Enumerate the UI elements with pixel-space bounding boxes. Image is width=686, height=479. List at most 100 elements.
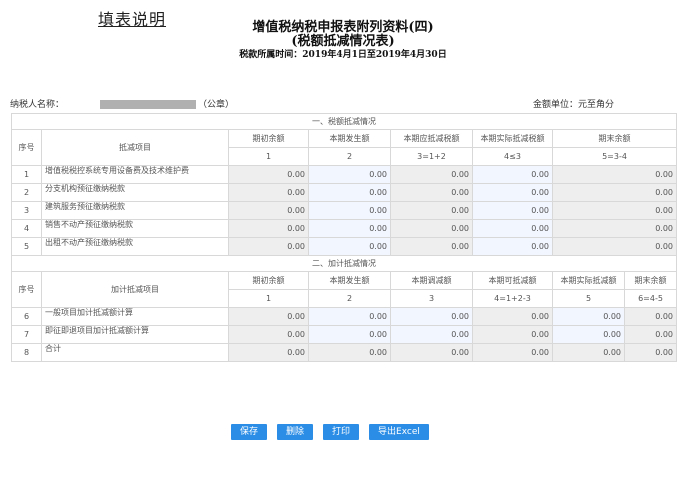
value-input[interactable]: 0.00 — [308, 201, 391, 220]
seq-cell: 1 — [11, 165, 42, 184]
value-input[interactable]: 0.00 — [472, 183, 553, 202]
value-cell: 0.00 — [228, 219, 309, 238]
item-header: 加计抵减项目 — [41, 271, 229, 308]
seq-cell: 4 — [11, 219, 42, 238]
value-input[interactable]: 0.00 — [552, 307, 625, 326]
table-row: 1 增值税税控系统专用设备费及技术维护费 0.00 0.00 0.00 0.00… — [11, 165, 677, 184]
seq-cell: 6 — [11, 307, 42, 326]
table-row: 4 销售不动产预征缴纳税款 0.00 0.00 0.00 0.00 0.00 — [11, 219, 677, 238]
section1-title: 一、税额抵减情况 — [11, 113, 677, 130]
col-header: 本期应抵减税额 — [390, 129, 473, 148]
seq-cell: 3 — [11, 201, 42, 220]
value-cell: 0.00 — [390, 237, 473, 256]
value-cell: 0.00 — [552, 165, 677, 184]
col-header: 本期实际抵减税额 — [472, 129, 553, 148]
taxpayer-name-redacted — [100, 100, 197, 109]
item-header: 抵减项目 — [41, 129, 229, 166]
value-input[interactable]: 0.00 — [308, 183, 391, 202]
seq-header: 序号 — [11, 129, 42, 166]
formula-cell: 3 — [390, 289, 473, 308]
value-input[interactable]: 0.00 — [552, 325, 625, 344]
save-button[interactable]: 保存 — [231, 424, 268, 440]
value-cell: 0.00 — [228, 201, 309, 220]
item-cell: 一般项目加计抵减额计算 — [41, 307, 229, 326]
col-header: 本期调减额 — [390, 271, 473, 290]
value-input[interactable]: 0.00 — [308, 325, 391, 344]
table-row: 2 分支机构预征缴纳税款 0.00 0.00 0.00 0.00 0.00 — [11, 183, 677, 202]
value-cell: 0.00 — [552, 183, 677, 202]
table-row: 5 出租不动产预征缴纳税款 0.00 0.00 0.00 0.00 0.00 — [11, 237, 677, 256]
formula-cell: 2 — [308, 289, 391, 308]
page-header: 增值税纳税申报表附列资料(四) (税额抵减情况表) 税款所属时间：2019年4月… — [0, 20, 686, 61]
formula-cell: 1 — [228, 289, 309, 308]
value-input[interactable]: 0.00 — [308, 219, 391, 238]
value-input[interactable]: 0.00 — [472, 237, 553, 256]
value-cell: 0.00 — [624, 343, 677, 362]
value-cell: 0.00 — [228, 325, 309, 344]
formula-cell: 1 — [228, 147, 309, 166]
seq-header: 序号 — [11, 271, 42, 308]
value-cell: 0.00 — [228, 165, 309, 184]
value-cell: 0.00 — [228, 237, 309, 256]
value-cell: 0.00 — [228, 183, 309, 202]
value-cell: 0.00 — [390, 165, 473, 184]
value-cell: 0.00 — [228, 307, 309, 326]
formula-cell: 3=1+2 — [390, 147, 473, 166]
col-header: 期末余额 — [552, 129, 677, 148]
table-row: 3 建筑服务预征缴纳税款 0.00 0.00 0.00 0.00 0.00 — [11, 201, 677, 220]
seq-cell: 7 — [11, 325, 42, 344]
item-cell: 出租不动产预征缴纳税款 — [41, 237, 229, 256]
value-input[interactable]: 0.00 — [308, 237, 391, 256]
value-input[interactable]: 0.00 — [390, 307, 473, 326]
value-cell: 0.00 — [472, 325, 553, 344]
section2-header-row: 序号 加计抵减项目 期初余额 本期发生额 本期调减额 本期可抵减额 本期实际抵减… — [11, 271, 677, 308]
item-cell: 分支机构预征缴纳税款 — [41, 183, 229, 202]
export-excel-button[interactable]: 导出Excel — [369, 424, 429, 440]
action-bar: 保存 删除 打印 导出Excel — [231, 424, 429, 440]
section1-title-row: 一、税额抵减情况 — [11, 113, 677, 130]
formula-cell: 5=3-4 — [552, 147, 677, 166]
table-row: 7 即征即退项目加计抵减额计算 0.00 0.00 0.00 0.00 0.00… — [11, 325, 677, 344]
col-header: 期末余额 — [624, 271, 677, 290]
value-input[interactable]: 0.00 — [308, 307, 391, 326]
table-row: 8 合计 0.00 0.00 0.00 0.00 0.00 0.00 — [11, 343, 677, 362]
print-button[interactable]: 打印 — [323, 424, 360, 440]
table-row: 6 一般项目加计抵减额计算 0.00 0.00 0.00 0.00 0.00 0… — [11, 307, 677, 326]
formula-cell: 4=1+2-3 — [472, 289, 553, 308]
tax-period: 税款所属时间：2019年4月1日至2019年4月30日 — [239, 50, 447, 60]
value-cell: 0.00 — [390, 343, 473, 362]
page-title: 增值税纳税申报表附列资料(四) — [252, 20, 434, 35]
taxpayer-info: 纳税人名称： （公章） — [10, 97, 234, 110]
value-cell: 0.00 — [308, 343, 391, 362]
unit-label: 金额单位：元至角分 — [532, 100, 614, 110]
value-cell: 0.00 — [552, 201, 677, 220]
value-input[interactable]: 0.00 — [472, 219, 553, 238]
section1-header-row: 序号 抵减项目 期初余额 本期发生额 本期应抵减税额 本期实际抵减税额 期末余额 — [11, 129, 677, 166]
value-cell: 0.00 — [390, 201, 473, 220]
value-input[interactable]: 0.00 — [390, 325, 473, 344]
value-cell: 0.00 — [624, 325, 677, 344]
value-input[interactable]: 0.00 — [472, 165, 553, 184]
value-cell: 0.00 — [552, 343, 625, 362]
seal-label: （公章） — [198, 100, 235, 110]
value-cell: 0.00 — [552, 219, 677, 238]
item-cell: 即征即退项目加计抵减额计算 — [41, 325, 229, 344]
delete-button[interactable]: 删除 — [277, 424, 314, 440]
item-cell: 增值税税控系统专用设备费及技术维护费 — [41, 165, 229, 184]
col-header: 期初余额 — [228, 129, 309, 148]
value-input[interactable]: 0.00 — [472, 201, 553, 220]
value-cell: 0.00 — [228, 343, 309, 362]
value-cell: 0.00 — [552, 237, 677, 256]
formula-cell: 4≤3 — [472, 147, 553, 166]
col-header: 本期可抵减额 — [472, 271, 553, 290]
value-cell: 0.00 — [390, 183, 473, 202]
section2-title: 二、加计抵减情况 — [11, 255, 677, 272]
col-header: 本期发生额 — [308, 271, 391, 290]
item-cell: 合计 — [41, 343, 229, 362]
formula-cell: 2 — [308, 147, 391, 166]
seq-cell: 8 — [11, 343, 42, 362]
taxpayer-label: 纳税人名称： — [10, 100, 65, 110]
seq-cell: 5 — [11, 237, 42, 256]
formula-cell: 6=4-5 — [624, 289, 677, 308]
value-input[interactable]: 0.00 — [308, 165, 391, 184]
